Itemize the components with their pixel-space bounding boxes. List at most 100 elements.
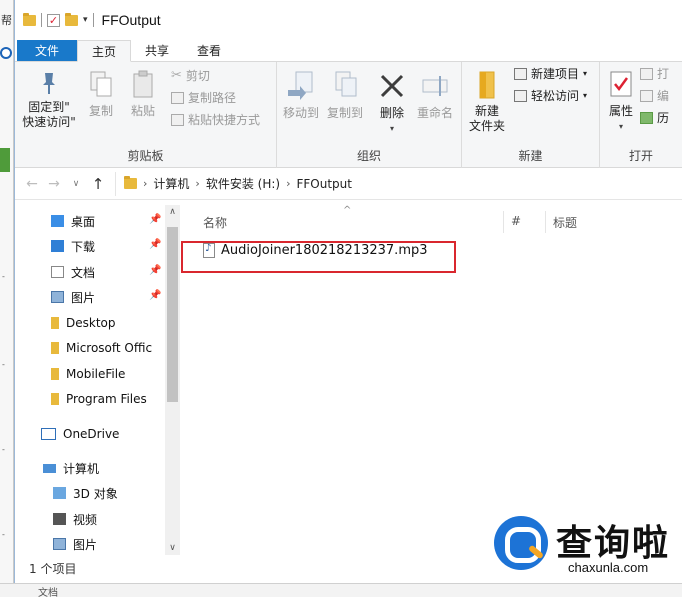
properties-check-icon (610, 71, 632, 97)
properties-chevron-icon[interactable]: ▾ (604, 119, 638, 134)
edit-icon (640, 90, 653, 102)
cut-button[interactable]: ✂ 剪切 (171, 68, 210, 84)
breadcrumb-computer[interactable]: 计算机 (153, 175, 189, 192)
pin-icon (43, 73, 55, 94)
background-tick: - (2, 530, 5, 539)
breadcrumb-drive[interactable]: 软件安装 (H:) (206, 175, 280, 192)
new-folder-label-line2: 文件夹 (468, 119, 505, 133)
new-item-button[interactable]: 新建项目 ▾ (514, 66, 587, 82)
delete-button[interactable]: 删除 ▾ (373, 70, 411, 136)
clipboard-paste-icon (133, 70, 153, 98)
3d-objects-icon (53, 487, 66, 499)
delete-dropdown-chevron-icon[interactable]: ▾ (373, 121, 411, 136)
copy-to-button[interactable]: 复制到 (323, 70, 367, 121)
highlight-box (181, 241, 456, 273)
paste-button[interactable]: 粘贴 (125, 70, 161, 119)
scroll-up-chevron-icon[interactable]: ∧ (165, 207, 180, 217)
document-icon (51, 266, 64, 278)
column-divider[interactable] (503, 211, 504, 233)
nav-item-label: Program Files (66, 392, 147, 406)
scroll-down-chevron-icon[interactable]: ∨ (165, 543, 180, 553)
easy-access-chevron-icon: ▾ (583, 91, 588, 100)
new-group-label: 新建 (518, 149, 543, 163)
nav-item-label: OneDrive (63, 427, 120, 441)
organize-group-label: 组织 (356, 149, 381, 163)
pin-icon[interactable]: 📌 (149, 239, 161, 250)
column-divider[interactable] (545, 211, 546, 233)
background-app-icon (0, 47, 12, 59)
breadcrumb-separator[interactable]: › (195, 177, 199, 190)
tab-file[interactable]: 文件 (17, 40, 78, 61)
breadcrumb-separator[interactable]: › (143, 177, 147, 190)
new-item-icon (514, 68, 527, 80)
watermark-text: 查询啦 (556, 523, 671, 564)
open-icon (640, 68, 653, 80)
quick-access-toolbar: ✓ ▾ (23, 12, 94, 27)
customize-toolbar-chevron-icon[interactable]: ▾ (83, 15, 88, 25)
nav-item-label: 图片 (73, 537, 98, 552)
open-group: 属性 ▾ 打 编 历 打开 (600, 62, 682, 168)
forward-arrow-icon[interactable]: → (43, 176, 65, 192)
properties-check-icon[interactable]: ✓ (47, 13, 60, 27)
title-bar: ✓ ▾ FFOutput (15, 0, 682, 40)
tab-view[interactable]: 查看 (183, 40, 235, 61)
pin-to-quick-access-button[interactable]: 固定到" 快速访问" (19, 70, 79, 130)
column-header: ^ 名称 # 标题 (181, 205, 682, 233)
back-arrow-icon[interactable]: ← (21, 176, 43, 192)
ribbon: 固定到" 快速访问" 复制 粘贴 ✂ 剪切 复制路径 粘贴快捷方式 剪贴板 移动… (15, 62, 682, 168)
video-icon (53, 513, 66, 525)
copy-to-icon (335, 71, 357, 97)
folder-icon[interactable] (23, 12, 36, 26)
watermark: 查询啦 chaxunla.com (494, 510, 682, 585)
properties-button[interactable]: 属性 ▾ (604, 70, 638, 134)
new-folder-icon[interactable] (65, 12, 78, 26)
rename-button[interactable]: 重命名 (413, 70, 457, 121)
paste-shortcut-label: 粘贴快捷方式 (188, 113, 261, 127)
breadcrumb-separator[interactable]: › (286, 177, 290, 190)
breadcrumb[interactable]: › 计算机 › 软件安装 (H:) › FFOutput (115, 171, 352, 196)
tab-home[interactable]: 主页 (77, 40, 132, 62)
nav-scrollbar-thumb[interactable] (167, 227, 178, 402)
main-area: 桌面 📌 下载 📌 文档 📌 图片 📌 Desktop Microsoft Of… (15, 201, 682, 555)
background-tick: - (2, 360, 5, 369)
picture-icon (53, 538, 66, 550)
background-tick: - (2, 445, 5, 454)
address-bar: ← → ∨ ↑ › 计算机 › 软件安装 (H:) › FFOutput (15, 168, 682, 200)
pin-icon[interactable]: 📌 (149, 265, 161, 276)
move-to-button[interactable]: 移动到 (279, 70, 323, 121)
folder-icon (51, 317, 59, 329)
nav-scrollbar[interactable]: ∧ ∨ (165, 205, 180, 555)
column-name[interactable]: 名称 (203, 214, 227, 231)
new-folder-button[interactable]: 新建 文件夹 (464, 70, 510, 134)
open-button[interactable]: 打 (640, 66, 669, 82)
watermark-logo-icon (494, 516, 548, 570)
organize-group: 移动到 复制到 删除 ▾ 重命名 组织 (277, 62, 462, 168)
cut-label: 剪切 (185, 69, 210, 83)
pin-icon[interactable]: 📌 (149, 290, 161, 301)
copy-path-label: 复制路径 (188, 91, 237, 105)
copy-path-button[interactable]: 复制路径 (171, 90, 236, 106)
easy-access-icon (514, 90, 527, 102)
new-folder-label-line1: 新建 (474, 104, 499, 118)
up-arrow-icon[interactable]: ↑ (87, 175, 109, 193)
column-title[interactable]: 标题 (553, 214, 577, 231)
paste-shortcut-button[interactable]: 粘贴快捷方式 (171, 112, 260, 128)
recent-locations-chevron-icon[interactable]: ∨ (65, 179, 87, 189)
background-app-label: 帮 (1, 14, 12, 27)
pin-icon[interactable]: 📌 (149, 214, 161, 225)
computer-icon (43, 463, 56, 473)
breadcrumb-folder[interactable]: FFOutput (296, 177, 352, 191)
tab-share[interactable]: 共享 (131, 40, 183, 61)
edit-button[interactable]: 编 (640, 88, 669, 104)
nav-item-label: 下载 (71, 239, 96, 254)
column-number[interactable]: # (511, 214, 521, 228)
copy-button[interactable]: 复制 (83, 70, 119, 119)
toolbar-divider (92, 13, 94, 27)
easy-access-button[interactable]: 轻松访问 ▾ (514, 88, 587, 104)
easy-access-label: 轻松访问 (531, 89, 580, 103)
toolbar-divider (41, 13, 42, 27)
folder-icon (51, 393, 59, 405)
background-app-marker (0, 148, 10, 172)
nav-item-label: Desktop (66, 316, 116, 330)
history-button[interactable]: 历 (640, 110, 669, 126)
